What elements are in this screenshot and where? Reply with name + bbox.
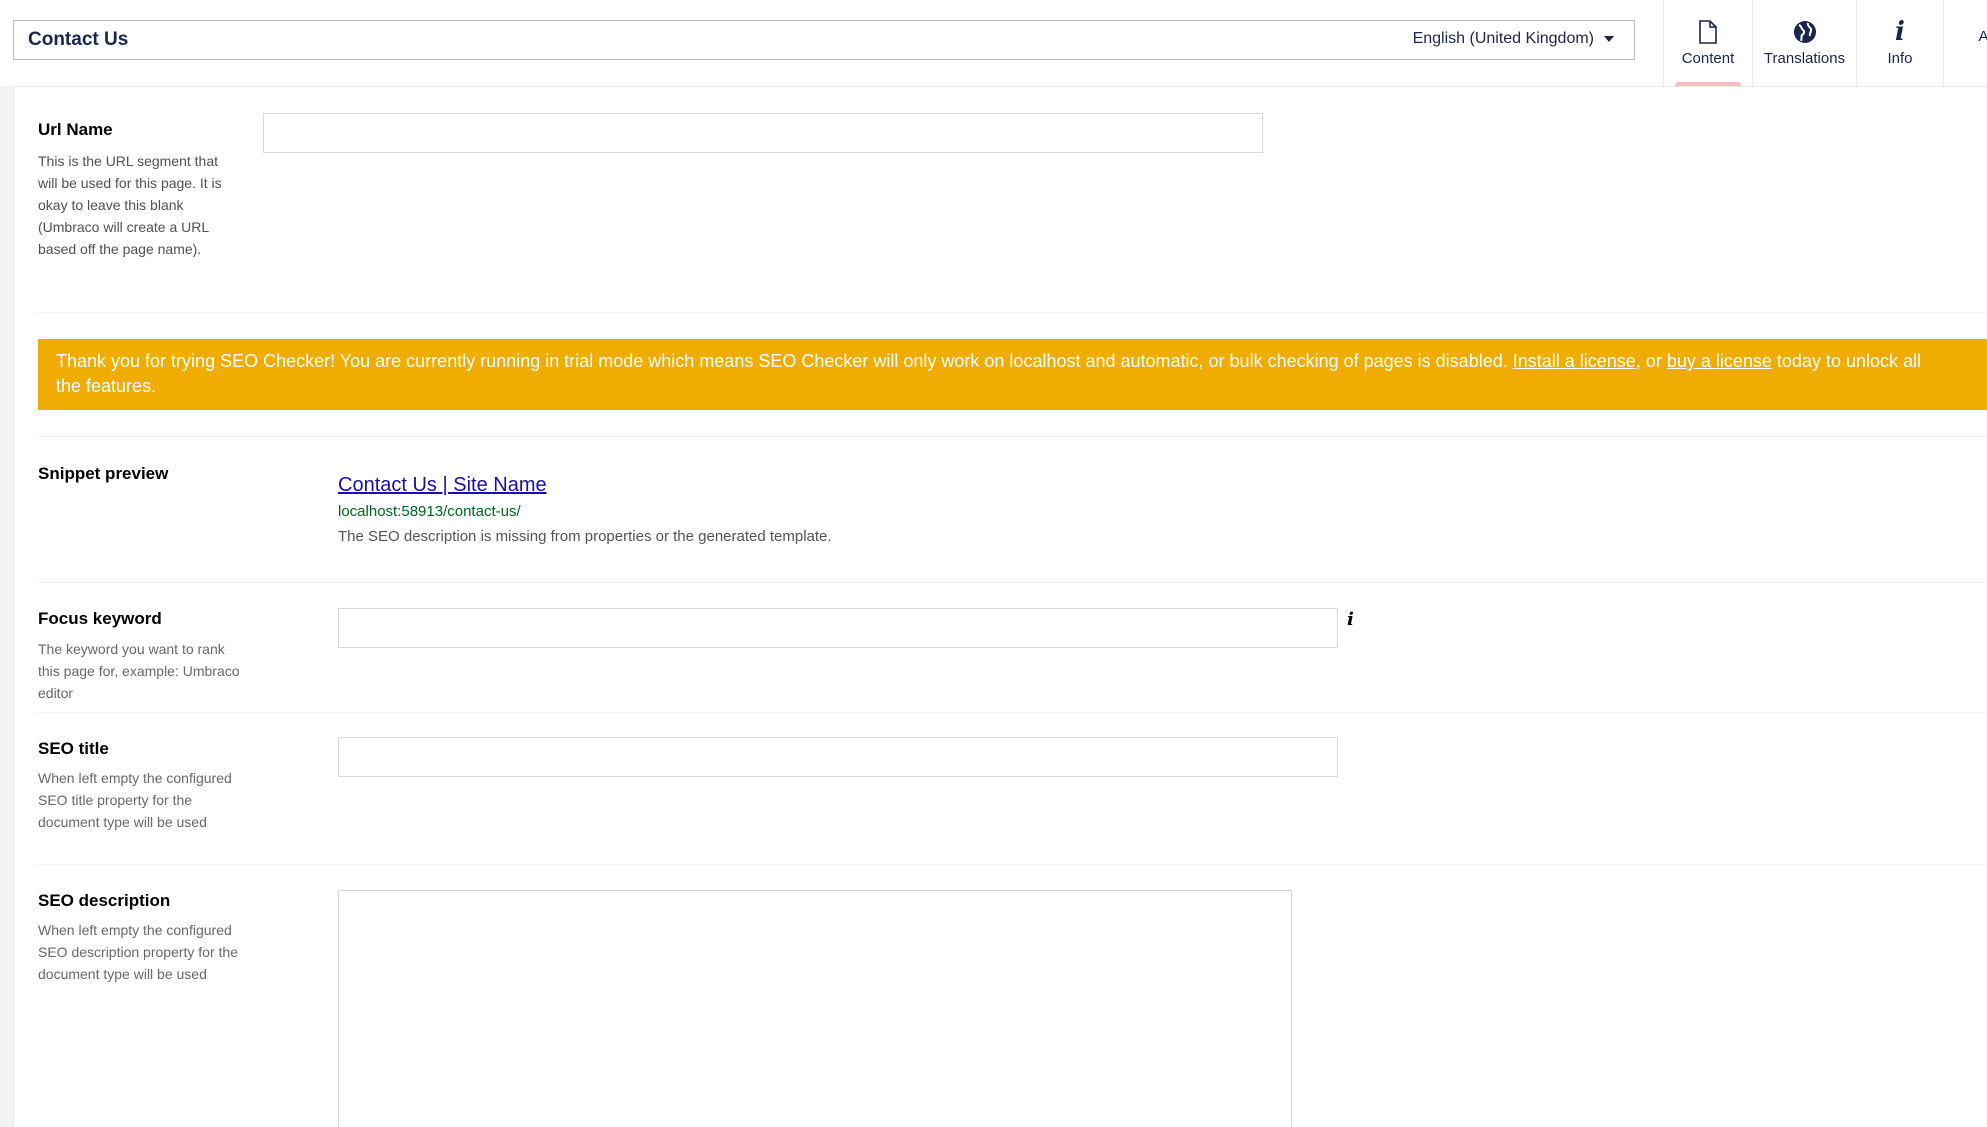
focus-keyword-input[interactable] [338, 608, 1338, 648]
divider [38, 312, 1987, 313]
tab-info-label: Info [1887, 49, 1913, 67]
tab-more-label: A [1978, 27, 1987, 45]
divider [38, 712, 1987, 713]
focus-keyword-description: The keyword you want to rank this page f… [38, 641, 240, 701]
tab-translations-label: Translations [1763, 49, 1846, 67]
snippet-preview-label: Snippet preview [38, 464, 169, 483]
snippet-description: The SEO description is missing from prop… [338, 528, 832, 545]
url-name-description: This is the URL segment that will be use… [38, 153, 222, 257]
banner-text-middle: , or [1635, 351, 1667, 371]
url-name-input[interactable] [263, 113, 1263, 153]
url-name-label: Url Name [38, 120, 113, 139]
document-icon [1699, 19, 1717, 44]
seo-description-label: SEO description [38, 891, 171, 910]
tab-content[interactable]: Content [1663, 0, 1752, 86]
info-icon: i [1895, 16, 1905, 47]
editor-header: English (United Kingdom) Content Transla… [0, 0, 1987, 87]
banner-text-start: Thank you for trying SEO Checker! You ar… [56, 351, 1513, 371]
divider [38, 582, 1987, 583]
snippet-url: localhost:58913/contact-us/ [338, 503, 521, 520]
buy-license-link[interactable]: buy a license [1667, 351, 1772, 371]
seo-description-textarea[interactable] [338, 890, 1292, 1127]
caret-down-icon[interactable] [1604, 35, 1614, 42]
node-name-field[interactable]: English (United Kingdom) [13, 20, 1635, 60]
focus-keyword-label: Focus keyword [38, 609, 162, 628]
info-icon[interactable]: i [1347, 609, 1354, 630]
node-name-input[interactable] [14, 21, 1314, 59]
seo-description-description: When left empty the configured SEO descr… [38, 922, 238, 982]
globe-icon [1793, 20, 1816, 43]
tab-translations[interactable]: Translations [1752, 0, 1856, 86]
editor-apps: Content Translations i Info A [1663, 0, 1987, 86]
tab-info[interactable]: i Info [1856, 0, 1943, 86]
language-label[interactable]: English (United Kingdom) [1413, 30, 1594, 47]
trial-banner: Thank you for trying SEO Checker! You ar… [38, 339, 1987, 410]
tab-more[interactable]: A [1943, 0, 1987, 86]
tab-content-label: Content [1681, 49, 1735, 67]
left-edge [0, 86, 14, 1127]
divider [38, 436, 1987, 437]
seo-title-description: When left empty the configured SEO title… [38, 770, 232, 830]
snippet-title-link[interactable]: Contact Us | Site Name [338, 474, 547, 497]
language-selector[interactable]: English (United Kingdom) [1413, 30, 1614, 48]
divider [38, 864, 1987, 865]
install-license-link[interactable]: Install a license [1513, 351, 1636, 371]
seo-title-label: SEO title [38, 739, 109, 758]
seo-title-input[interactable] [338, 737, 1338, 777]
